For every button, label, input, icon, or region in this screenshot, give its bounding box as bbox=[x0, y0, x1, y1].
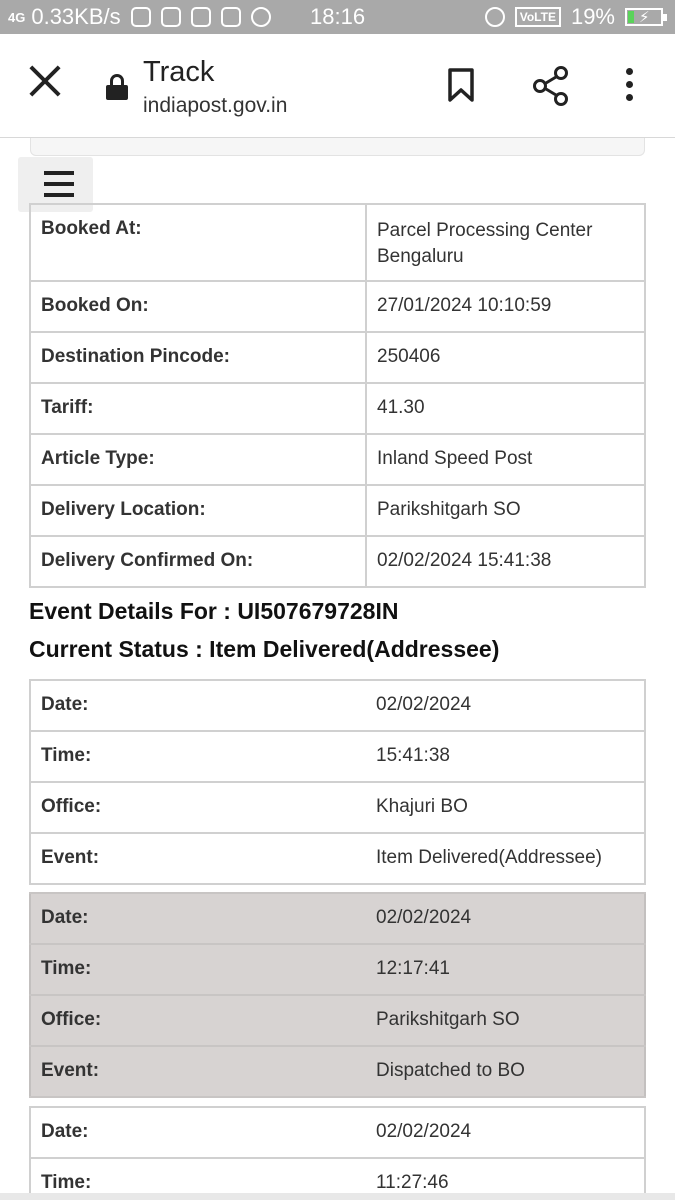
event-label: Event: bbox=[30, 1045, 366, 1098]
office-label: Office: bbox=[30, 994, 366, 1047]
office-label: Office: bbox=[30, 781, 366, 834]
time-label: Time: bbox=[30, 943, 366, 996]
collapsed-panel bbox=[30, 138, 645, 156]
delivery-location-value: Parikshitgarh SO bbox=[365, 484, 646, 537]
booked-at-label: Booked At: bbox=[29, 203, 367, 282]
office-value: Parikshitgarh SO bbox=[366, 994, 645, 1047]
booked-at-value: Parcel Processing Center Bengaluru bbox=[365, 203, 646, 282]
destination-pincode-label: Destination Pincode: bbox=[29, 331, 367, 384]
current-status-heading: Current Status : Item Delivered(Addresse… bbox=[29, 636, 500, 662]
event-details-heading: Event Details For : UI507679728IN bbox=[29, 598, 399, 624]
event-table: Date: 02/02/2024 Time: 11:27:46 bbox=[29, 1106, 646, 1200]
lock-icon[interactable] bbox=[106, 74, 128, 100]
table-row: Destination Pincode: 250406 bbox=[29, 331, 646, 384]
table-row: Time: 12:17:41 bbox=[30, 943, 645, 996]
event-value: Dispatched to BO bbox=[366, 1045, 645, 1098]
table-row: Booked At: Parcel Processing Center Beng… bbox=[29, 203, 646, 282]
table-row: Delivery Location: Parikshitgarh SO bbox=[29, 484, 646, 537]
more-options-icon[interactable] bbox=[626, 68, 636, 104]
app-notification-icon bbox=[190, 7, 211, 27]
booked-on-label: Booked On: bbox=[29, 280, 367, 333]
event-table: Date: 02/02/2024 Time: 15:41:38 Office: … bbox=[29, 679, 646, 885]
table-row: Date: 02/02/2024 bbox=[30, 892, 645, 945]
date-label: Date: bbox=[30, 1106, 366, 1159]
bookmark-icon[interactable] bbox=[448, 68, 474, 102]
network-indicator: 4G bbox=[8, 9, 26, 25]
time-label: Time: bbox=[30, 730, 366, 783]
date-label: Date: bbox=[30, 892, 366, 945]
page-url[interactable]: indiapost.gov.in bbox=[143, 94, 287, 118]
app-notification-icon bbox=[130, 7, 151, 27]
alarm-icon bbox=[484, 7, 505, 27]
status-bar: 4G 0.33KB/s 18:16 VoLTE 19% ⚡ bbox=[0, 0, 675, 34]
date-label: Date: bbox=[30, 679, 366, 732]
table-row: Tariff: 41.30 bbox=[29, 382, 646, 435]
table-row: Office: Parikshitgarh SO bbox=[30, 994, 645, 1047]
table-row: Office: Khajuri BO bbox=[30, 781, 645, 834]
event-label: Event: bbox=[30, 832, 366, 885]
browser-toolbar: Track indiapost.gov.in bbox=[0, 34, 675, 138]
shield-icon bbox=[220, 7, 241, 27]
destination-pincode-value: 250406 bbox=[365, 331, 646, 384]
article-type-value: Inland Speed Post bbox=[365, 433, 646, 486]
office-value: Khajuri BO bbox=[366, 781, 645, 834]
tariff-value: 41.30 bbox=[365, 382, 646, 435]
page-title[interactable]: Track bbox=[143, 56, 214, 89]
booked-on-value: 27/01/2024 10:10:59 bbox=[365, 280, 646, 333]
close-icon[interactable] bbox=[28, 64, 62, 98]
instagram-icon bbox=[160, 7, 181, 27]
time-value: 15:41:38 bbox=[366, 730, 645, 783]
event-value: Item Delivered(Addressee) bbox=[366, 832, 645, 885]
network-speed: 0.33KB/s bbox=[31, 4, 121, 29]
table-row: Time: 15:41:38 bbox=[30, 730, 645, 783]
date-value: 02/02/2024 bbox=[366, 1106, 645, 1159]
date-value: 02/02/2024 bbox=[366, 679, 645, 732]
scroll-edge bbox=[0, 1193, 675, 1200]
tariff-label: Tariff: bbox=[29, 382, 367, 435]
article-type-label: Article Type: bbox=[29, 433, 367, 486]
time-value: 12:17:41 bbox=[366, 943, 645, 996]
table-row: Event: Item Delivered(Addressee) bbox=[30, 832, 645, 885]
clock: 18:16 bbox=[310, 4, 366, 29]
whatsapp-icon bbox=[250, 7, 271, 27]
delivery-confirmed-label: Delivery Confirmed On: bbox=[29, 535, 367, 588]
battery-icon: ⚡ bbox=[625, 8, 667, 26]
table-row: Event: Dispatched to BO bbox=[30, 1045, 645, 1098]
table-row: Article Type: Inland Speed Post bbox=[29, 433, 646, 486]
share-icon[interactable] bbox=[532, 66, 570, 106]
date-value: 02/02/2024 bbox=[366, 892, 645, 945]
table-row: Date: 02/02/2024 bbox=[30, 679, 645, 732]
delivery-location-label: Delivery Location: bbox=[29, 484, 367, 537]
volte-badge: VoLTE bbox=[514, 7, 561, 27]
booking-details-table: Booked At: Parcel Processing Center Beng… bbox=[29, 203, 646, 588]
table-row: Booked On: 27/01/2024 10:10:59 bbox=[29, 280, 646, 333]
event-table: Date: 02/02/2024 Time: 12:17:41 Office: … bbox=[29, 892, 646, 1098]
battery-percent: 19% bbox=[570, 4, 615, 29]
delivery-confirmed-value: 02/02/2024 15:41:38 bbox=[365, 535, 646, 588]
table-row: Delivery Confirmed On: 02/02/2024 15:41:… bbox=[29, 535, 646, 588]
table-row: Date: 02/02/2024 bbox=[30, 1106, 645, 1159]
